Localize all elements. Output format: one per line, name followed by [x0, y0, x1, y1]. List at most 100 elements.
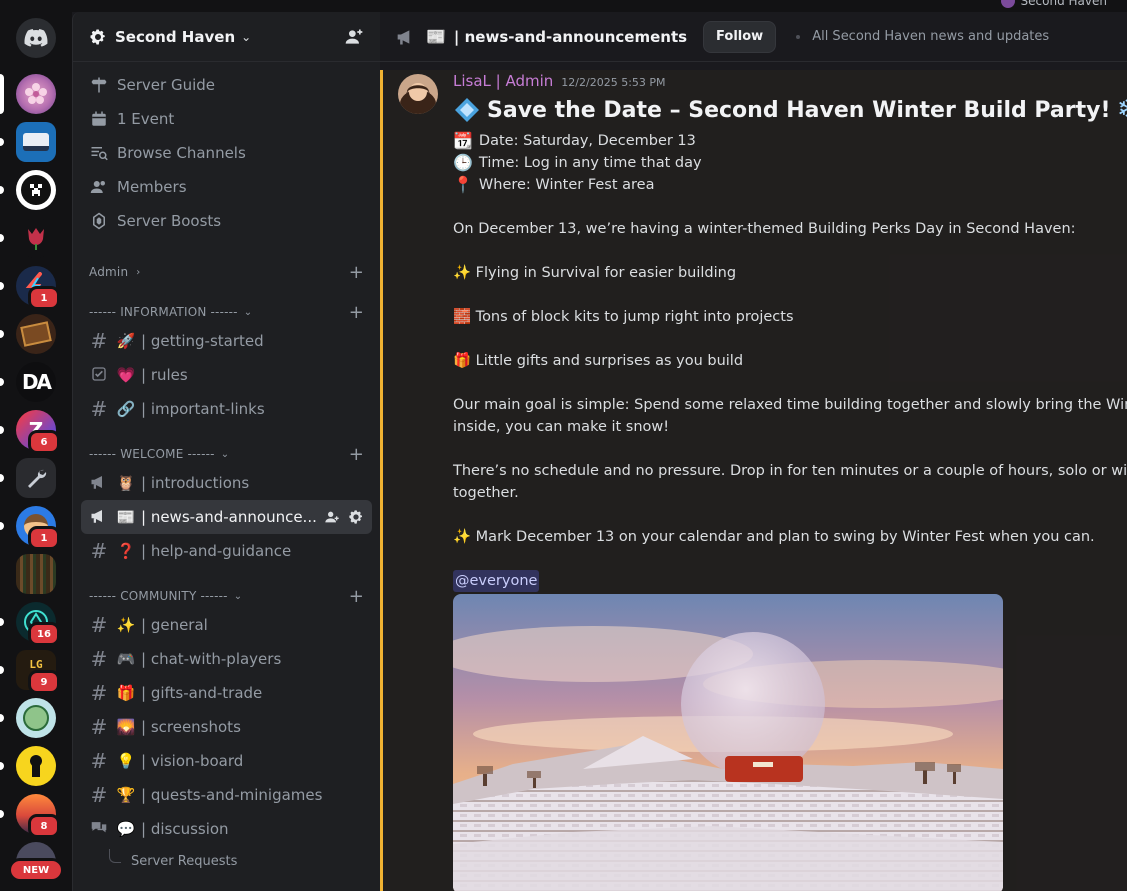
mention-highlight-bar — [380, 70, 383, 891]
invite-people-icon[interactable] — [344, 27, 364, 47]
channel-discussion[interactable]: 💬 | discussion — [81, 812, 372, 846]
text-channel-icon: # — [90, 613, 108, 637]
text-channel-icon: # — [90, 715, 108, 739]
channel-rules[interactable]: 💗 | rules — [81, 358, 372, 392]
server-typewriter[interactable] — [16, 122, 56, 162]
server-header[interactable]: Second Haven ⌄ — [73, 12, 380, 62]
category-community[interactable]: ------ COMMUNITY ------ ⌄ + — [73, 584, 380, 608]
category-label: ------ COMMUNITY ------ — [89, 589, 228, 603]
category-label: ------ WELCOME ------ — [89, 447, 215, 461]
server-da[interactable]: DA — [16, 362, 56, 402]
text-channel-icon: # — [90, 783, 108, 807]
message-author[interactable]: LisaL | Admin — [453, 72, 553, 90]
everyone-mention[interactable]: @everyone — [453, 570, 540, 592]
perk-item: ✨ Flying in Survival for easier building — [453, 262, 1127, 284]
nav-members[interactable]: Members — [73, 170, 380, 204]
event-date-text: Date: Saturday, December 13 — [478, 133, 696, 149]
channel-general[interactable]: # ✨ | general — [81, 608, 372, 642]
channel-label: | gifts-and-trade — [141, 684, 263, 702]
server-lgs[interactable]: LG 5 9 — [16, 650, 60, 694]
owl-icon: 🦉 — [116, 474, 136, 492]
chevron-down-icon: ⌄ — [241, 29, 252, 44]
category-information[interactable]: ------ INFORMATION ------ ⌄ + — [73, 300, 380, 324]
follow-button[interactable]: Follow — [703, 20, 777, 53]
add-channel-icon[interactable]: + — [349, 302, 364, 323]
boost-icon — [89, 211, 109, 231]
text-channel-icon: # — [90, 539, 108, 563]
blue-diamond-icon — [455, 98, 479, 122]
unread-pill — [0, 810, 4, 818]
channel-label: | help-and-guidance — [141, 542, 292, 560]
channel-header: 📰 | news-and-announcements Follow All Se… — [380, 12, 1127, 62]
perk-item: 🎁 Little gifts and surprises as you buil… — [453, 350, 1127, 372]
message-heading: Save the Date – Second Haven Winter Buil… — [453, 95, 1127, 125]
channel-important-links[interactable]: # 🔗 | important-links — [81, 392, 372, 426]
forum-channel-icon — [89, 817, 109, 841]
invite-icon[interactable] — [324, 509, 340, 525]
server-character[interactable]: 1 — [16, 506, 60, 550]
channel-introductions[interactable]: 🦉 | introductions — [81, 466, 372, 500]
channel-vision-board[interactable]: # 💡 | vision-board — [81, 744, 372, 778]
server-title: Second Haven — [115, 27, 236, 46]
server-sunset[interactable]: 8 — [16, 794, 60, 838]
server-tulip[interactable] — [16, 218, 56, 258]
channel-label: | introductions — [141, 474, 250, 492]
perk-text: Flying in Survival for easier building — [475, 265, 737, 281]
snowflake-icon: ❄ — [1117, 95, 1127, 125]
announcement-channel-icon — [89, 471, 109, 495]
channel-topic[interactable]: All Second Haven news and updates — [812, 29, 1049, 44]
nav-events[interactable]: 1 Event — [73, 102, 380, 136]
discord-home-icon[interactable] — [16, 18, 56, 58]
image-attachment[interactable] — [453, 594, 1003, 891]
channel-quests-and-minigames[interactable]: # 🏆 | quests-and-minigames — [81, 778, 372, 812]
event-location-text: Where: Winter Fest area — [478, 177, 655, 193]
avatar[interactable] — [398, 74, 438, 114]
nav-browse-channels[interactable]: Browse Channels — [73, 136, 380, 170]
new-badge: NEW — [8, 858, 64, 882]
add-channel-icon[interactable]: + — [349, 586, 364, 607]
channel-chat-with-players[interactable]: # 🎮 | chat-with-players — [81, 642, 372, 676]
gamepad-icon: 🎮 — [116, 650, 136, 668]
channel-screenshots[interactable]: # 🌄 | screenshots — [81, 710, 372, 744]
channel-news-and-announcements[interactable]: 📰 | news-and-announce... — [81, 500, 372, 534]
add-channel-icon[interactable]: + — [349, 262, 364, 283]
announcement-channel-icon — [89, 505, 109, 529]
nav-label: Members — [117, 178, 187, 196]
channel-getting-started[interactable]: # 🚀 | getting-started — [81, 324, 372, 358]
server-creeper[interactable] — [16, 170, 56, 210]
mention-badge: 8 — [28, 814, 60, 838]
nav-server-boosts[interactable]: Server Boosts — [73, 204, 380, 238]
thread-label: Server Requests — [131, 853, 238, 869]
server-keyhole[interactable] — [16, 746, 56, 786]
server-z[interactable]: Z 6 — [16, 410, 60, 454]
calendar-icon — [89, 109, 109, 129]
server-library[interactable] — [16, 554, 56, 594]
nav-label: 1 Event — [117, 110, 175, 128]
server-map[interactable] — [16, 698, 56, 738]
server-crystal[interactable]: 16 — [16, 602, 60, 646]
channel-label: | important-links — [141, 400, 265, 418]
nav-server-guide[interactable]: Server Guide — [73, 68, 380, 102]
server-s-logo[interactable]: 1 — [16, 266, 60, 310]
trophy-icon: 🏆 — [116, 786, 136, 804]
message-item[interactable]: LisaL | Admin 12/2/2025 5:53 PM Save the… — [380, 70, 1127, 891]
server-rail: 1 DA Z 6 1 16 — [0, 0, 72, 891]
unread-pill — [0, 522, 4, 530]
mention-badge: 9 — [28, 670, 60, 694]
category-admin[interactable]: Admin › + — [73, 260, 380, 284]
server-second-haven[interactable] — [16, 74, 56, 114]
title-bar: Second Haven — [0, 0, 1127, 12]
unread-pill — [0, 666, 4, 674]
channel-help-and-guidance[interactable]: # ❓ | help-and-guidance — [81, 534, 372, 568]
server-wrench[interactable] — [16, 458, 56, 498]
clock-icon: 🕒 — [453, 153, 473, 172]
thread-server-requests[interactable]: Server Requests — [73, 846, 380, 876]
gift-icon: 🎁 — [116, 684, 136, 702]
channel-gifts-and-trade[interactable]: # 🎁 | gifts-and-trade — [81, 676, 372, 710]
server-book[interactable] — [16, 314, 56, 354]
gear-icon[interactable] — [348, 509, 364, 525]
speech-bubble-icon: 💬 — [116, 820, 136, 838]
chevron-right-icon: › — [136, 266, 141, 278]
add-channel-icon[interactable]: + — [349, 444, 364, 465]
category-welcome[interactable]: ------ WELCOME ------ ⌄ + — [73, 442, 380, 466]
